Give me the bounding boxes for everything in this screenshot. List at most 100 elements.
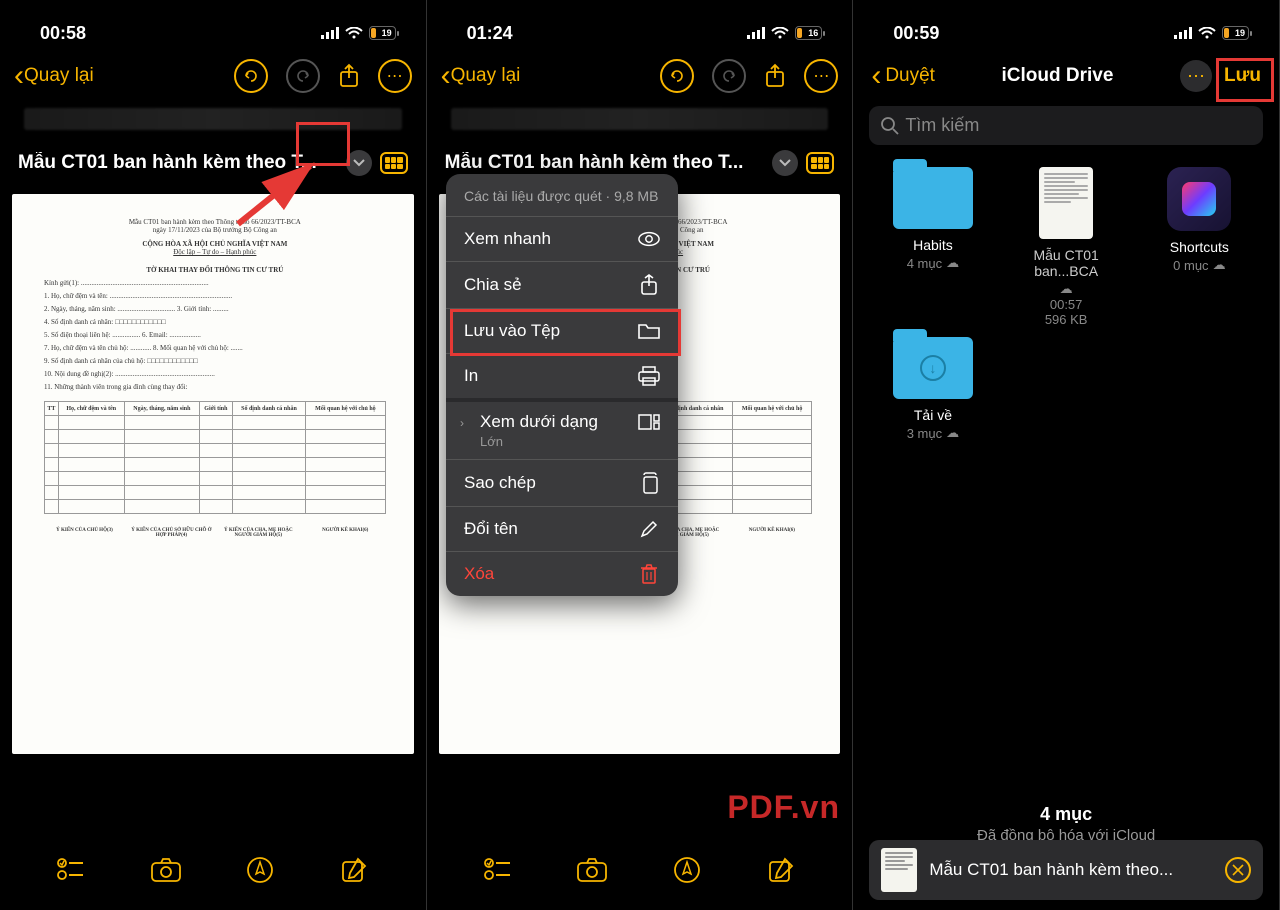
back-button[interactable]: ‹ Quay lại bbox=[441, 65, 521, 87]
clock: 01:24 bbox=[467, 23, 513, 44]
menu-header: Các tài liệu được quét · 9,8 MB bbox=[446, 174, 678, 216]
share-button[interactable] bbox=[338, 63, 360, 89]
undo-button[interactable] bbox=[660, 59, 694, 93]
signal-icon bbox=[1174, 27, 1192, 39]
cloud-icon: ☁ bbox=[946, 425, 959, 441]
chevron-left-icon: ‹ bbox=[441, 67, 451, 85]
chevron-left-icon: ‹ bbox=[14, 67, 24, 85]
files-nav: ‹ Duyệt iCloud Drive ⋯ Lưu bbox=[853, 52, 1279, 100]
back-button[interactable]: ‹ Quay lại bbox=[14, 65, 94, 87]
location-more[interactable]: ⋯ bbox=[1180, 60, 1212, 92]
status-icons: 16 bbox=[747, 26, 822, 40]
menu-save-to-files[interactable]: Lưu vào Tệp bbox=[446, 308, 678, 353]
expand-button[interactable] bbox=[772, 150, 798, 176]
battery-icon: 19 bbox=[369, 26, 396, 40]
folder-habits[interactable]: Habits 4 mục☁ bbox=[871, 167, 994, 327]
wifi-icon bbox=[345, 27, 363, 39]
share-button[interactable] bbox=[764, 63, 786, 89]
shortcuts-icon bbox=[1167, 167, 1231, 231]
battery-icon: 19 bbox=[1222, 26, 1249, 40]
pencil-icon bbox=[638, 520, 660, 538]
status-bar: 00:58 19 bbox=[0, 0, 426, 52]
checklist-button[interactable] bbox=[477, 858, 519, 882]
search-icon bbox=[881, 117, 899, 135]
share-icon bbox=[638, 274, 660, 296]
nav-bar: ‹ Quay lại ⋯ bbox=[0, 52, 426, 108]
more-button[interactable]: ⋯ bbox=[378, 59, 412, 93]
checklist-button[interactable] bbox=[50, 858, 92, 882]
wifi-icon bbox=[771, 27, 789, 39]
redo-button bbox=[286, 59, 320, 93]
context-menu: Các tài liệu được quét · 9,8 MB Xem nhan… bbox=[446, 174, 678, 596]
document-preview[interactable]: Mẫu CT01 ban hành kèm theo Thông tư số 6… bbox=[12, 194, 414, 754]
files-grid: Habits 4 mục☁ Mẫu CT01 ban...BCA ☁ 00:57… bbox=[853, 157, 1279, 451]
clear-button[interactable] bbox=[1225, 857, 1251, 883]
bottom-toolbar bbox=[427, 830, 853, 910]
menu-rename[interactable]: Đổi tên bbox=[446, 506, 678, 551]
doc-thumb-icon bbox=[881, 848, 917, 892]
wifi-icon bbox=[1198, 27, 1216, 39]
menu-delete[interactable]: Xóa bbox=[446, 551, 678, 596]
camera-button[interactable] bbox=[145, 858, 187, 882]
phone-screen-3: 00:59 19 ‹ Duyệt iCloud Drive ⋯ Lưu Tìm … bbox=[853, 0, 1280, 910]
menu-print[interactable]: In bbox=[446, 353, 678, 398]
document-title: Mẫu CT01 ban hành kèm theo T... bbox=[445, 152, 765, 174]
view-mode-button[interactable] bbox=[806, 152, 834, 174]
folder-icon bbox=[893, 167, 973, 229]
phone-screen-1: 00:58 19 ‹ Quay lại ⋯ Mẫu CT01 ban hành bbox=[0, 0, 427, 910]
layout-icon bbox=[638, 414, 660, 430]
watermark bbox=[727, 789, 840, 826]
eye-icon bbox=[638, 231, 660, 247]
clock: 00:58 bbox=[40, 23, 86, 44]
markup-button[interactable] bbox=[666, 856, 708, 884]
menu-copy[interactable]: Sao chép bbox=[446, 459, 678, 506]
filename-input[interactable]: Mẫu CT01 ban hành kèm theo... bbox=[929, 860, 1213, 880]
compose-button[interactable] bbox=[333, 857, 375, 883]
menu-share[interactable]: Chia sẻ bbox=[446, 261, 678, 308]
folder-downloads[interactable]: ↓ Tải về 3 mục☁ bbox=[871, 337, 994, 441]
more-button[interactable]: ⋯ bbox=[804, 59, 838, 93]
browse-button[interactable]: ‹ Duyệt bbox=[871, 65, 935, 87]
document-title-row: Mẫu CT01 ban hành kèm theo T... bbox=[0, 140, 426, 186]
expand-button[interactable] bbox=[346, 150, 372, 176]
folder-shortcuts[interactable]: Shortcuts 0 mục☁ bbox=[1138, 167, 1261, 327]
menu-view-as[interactable]: › Xem dưới dạng Lớn bbox=[446, 398, 678, 459]
signal-icon bbox=[747, 27, 765, 39]
redo-button bbox=[712, 59, 746, 93]
signal-icon bbox=[321, 27, 339, 39]
footer-info: 4 mục Đã đồng bộ hóa với iCloud bbox=[853, 804, 1279, 844]
cloud-icon: ☁ bbox=[1060, 281, 1073, 297]
location-title: iCloud Drive bbox=[935, 65, 1180, 87]
printer-icon bbox=[638, 366, 660, 386]
doc-item[interactable]: Mẫu CT01 ban...BCA ☁ 00:57 596 KB bbox=[1005, 167, 1128, 327]
battery-icon: 16 bbox=[795, 26, 822, 40]
nav-bar: ‹ Quay lại ⋯ bbox=[427, 52, 853, 108]
view-mode-button[interactable] bbox=[380, 152, 408, 174]
status-bar: 01:24 16 bbox=[427, 0, 853, 52]
status-icons: 19 bbox=[1174, 26, 1249, 40]
compose-button[interactable] bbox=[760, 857, 802, 883]
trash-icon bbox=[638, 564, 660, 584]
blurred-content bbox=[451, 108, 829, 130]
status-icons: 19 bbox=[321, 26, 396, 40]
clock: 00:59 bbox=[893, 23, 939, 44]
chevron-left-icon: ‹ bbox=[871, 67, 881, 85]
folder-icon bbox=[638, 322, 660, 340]
bottom-toolbar bbox=[0, 830, 426, 910]
filename-edit-bar: Mẫu CT01 ban hành kèm theo... bbox=[869, 840, 1263, 900]
markup-button[interactable] bbox=[239, 856, 281, 884]
blurred-content bbox=[24, 108, 402, 130]
camera-button[interactable] bbox=[571, 858, 613, 882]
save-button[interactable]: Lưu bbox=[1224, 65, 1261, 87]
cloud-icon: ☁ bbox=[1213, 257, 1226, 273]
search-input[interactable]: Tìm kiếm bbox=[869, 106, 1263, 145]
status-bar: 00:59 19 bbox=[853, 0, 1279, 52]
cloud-icon: ☁ bbox=[946, 255, 959, 271]
doc-thumb-icon bbox=[1039, 167, 1093, 239]
copy-icon bbox=[638, 472, 660, 494]
undo-button[interactable] bbox=[234, 59, 268, 93]
menu-quicklook[interactable]: Xem nhanh bbox=[446, 216, 678, 261]
arrow-annotation bbox=[232, 160, 324, 230]
folder-download-icon: ↓ bbox=[893, 337, 973, 399]
chevron-right-icon: › bbox=[460, 416, 464, 430]
